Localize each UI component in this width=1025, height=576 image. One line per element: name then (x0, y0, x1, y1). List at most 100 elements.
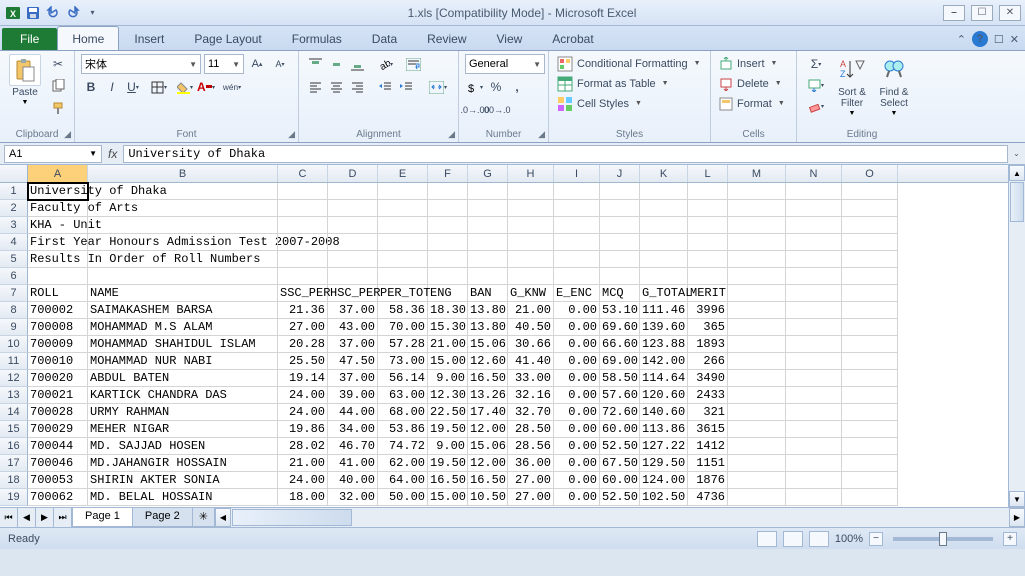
cell[interactable] (278, 183, 328, 200)
cell[interactable]: 41.40 (508, 353, 554, 370)
cell[interactable]: 57.60 (600, 387, 640, 404)
cell[interactable]: 72.60 (600, 404, 640, 421)
cell[interactable] (640, 268, 688, 285)
column-header[interactable]: O (842, 165, 898, 182)
ribbon-tab-formulas[interactable]: Formulas (277, 26, 357, 50)
cell[interactable] (842, 404, 898, 421)
align-middle-icon[interactable] (326, 54, 346, 74)
cell[interactable] (842, 438, 898, 455)
fx-icon[interactable]: fx (108, 147, 117, 161)
fill-color-icon[interactable]: ▾ (175, 77, 195, 97)
cell[interactable]: 44.00 (328, 404, 378, 421)
cell[interactable] (328, 234, 378, 251)
cell[interactable]: 15.00 (428, 489, 468, 506)
conditional-formatting-button[interactable]: Conditional Formatting▼ (555, 54, 703, 73)
cell[interactable]: 3490 (688, 370, 728, 387)
name-box[interactable]: A1▼ (4, 145, 102, 163)
row-header[interactable]: 10 (0, 336, 28, 353)
ribbon-tab-acrobat[interactable]: Acrobat (537, 26, 608, 50)
cell[interactable]: 127.22 (640, 438, 688, 455)
cell[interactable] (640, 234, 688, 251)
cell[interactable]: MD. BELAL HOSSAIN (88, 489, 278, 506)
cell[interactable]: 21.00 (428, 336, 468, 353)
cell[interactable]: 63.00 (378, 387, 428, 404)
cell[interactable]: 139.60 (640, 319, 688, 336)
align-left-icon[interactable] (305, 77, 325, 97)
cell[interactable]: 41.00 (328, 455, 378, 472)
cell[interactable]: 74.72 (378, 438, 428, 455)
align-top-icon[interactable] (305, 54, 325, 74)
decrease-indent-icon[interactable] (375, 77, 395, 97)
cell[interactable] (554, 217, 600, 234)
cell[interactable] (786, 183, 842, 200)
font-size-combo[interactable]: 11▼ (204, 54, 244, 74)
normal-view-button[interactable] (757, 531, 777, 547)
cell[interactable]: BAN (468, 285, 508, 302)
cell[interactable] (786, 421, 842, 438)
cell[interactable] (554, 234, 600, 251)
cell[interactable]: 57.28 (378, 336, 428, 353)
zoom-out-button[interactable]: − (869, 532, 883, 546)
cell[interactable] (88, 217, 278, 234)
cell[interactable] (728, 353, 786, 370)
cell[interactable]: 58.36 (378, 302, 428, 319)
row-header[interactable]: 7 (0, 285, 28, 302)
cell[interactable] (688, 268, 728, 285)
row-header[interactable]: 2 (0, 200, 28, 217)
cell[interactable] (378, 217, 428, 234)
cell[interactable]: 0.00 (554, 319, 600, 336)
cell[interactable]: 16.50 (468, 472, 508, 489)
column-header[interactable]: D (328, 165, 378, 182)
cell[interactable] (728, 421, 786, 438)
cell[interactable] (640, 200, 688, 217)
cell[interactable]: NAME (88, 285, 278, 302)
cell[interactable] (786, 404, 842, 421)
cell[interactable] (328, 251, 378, 268)
row-header[interactable]: 16 (0, 438, 28, 455)
cell[interactable] (842, 302, 898, 319)
column-header[interactable]: F (428, 165, 468, 182)
cell[interactable] (278, 217, 328, 234)
cell[interactable]: 70.00 (378, 319, 428, 336)
cell[interactable] (842, 336, 898, 353)
cell[interactable] (842, 319, 898, 336)
cell[interactable] (468, 251, 508, 268)
cell[interactable]: 69.60 (600, 319, 640, 336)
cell[interactable] (728, 217, 786, 234)
font-name-combo[interactable]: 宋体▼ (81, 54, 201, 74)
cell[interactable] (428, 234, 468, 251)
cell[interactable] (728, 251, 786, 268)
cell[interactable] (428, 200, 468, 217)
page-layout-view-button[interactable] (783, 531, 803, 547)
close-button[interactable]: ✕ (999, 5, 1021, 21)
cell[interactable]: 60.00 (600, 472, 640, 489)
cell[interactable]: 266 (688, 353, 728, 370)
cell[interactable]: 0.00 (554, 387, 600, 404)
formula-input[interactable] (123, 145, 1008, 163)
cell[interactable] (728, 200, 786, 217)
cell[interactable] (378, 268, 428, 285)
cell[interactable]: 0.00 (554, 302, 600, 319)
row-header[interactable]: 3 (0, 217, 28, 234)
cell[interactable]: 24.00 (278, 404, 328, 421)
cell[interactable]: 18.00 (278, 489, 328, 506)
cell[interactable]: 56.14 (378, 370, 428, 387)
sheet-nav-next[interactable]: ▶ (36, 508, 54, 527)
cell[interactable] (468, 217, 508, 234)
cell[interactable] (278, 200, 328, 217)
scroll-down-button[interactable]: ▼ (1009, 491, 1025, 507)
cell[interactable]: MCQ (600, 285, 640, 302)
row-header[interactable]: 12 (0, 370, 28, 387)
cell[interactable] (728, 404, 786, 421)
paste-button[interactable]: Paste ▼ (6, 54, 44, 106)
cell[interactable] (600, 268, 640, 285)
row-header[interactable]: 8 (0, 302, 28, 319)
cell[interactable] (378, 234, 428, 251)
cell[interactable] (428, 217, 468, 234)
cell[interactable]: MD.JAHANGIR HOSSAIN (88, 455, 278, 472)
cell[interactable]: 0.00 (554, 336, 600, 353)
cell[interactable]: 37.00 (328, 370, 378, 387)
comma-format-icon[interactable]: , (507, 77, 527, 97)
save-icon[interactable] (24, 4, 41, 21)
cell[interactable]: 15.00 (428, 353, 468, 370)
